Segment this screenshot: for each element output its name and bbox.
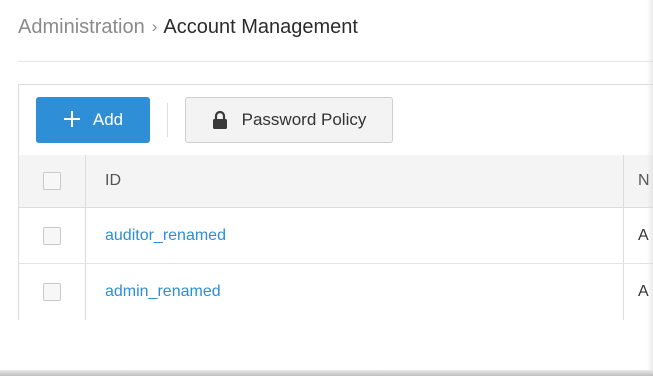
window-edge-shadow-bottom: [0, 370, 653, 376]
row-checkbox[interactable]: [43, 226, 61, 245]
add-button[interactable]: Add: [36, 97, 150, 143]
column-header-id[interactable]: ID: [86, 155, 624, 207]
add-button-label: Add: [92, 110, 124, 129]
column-header-id-label: ID: [105, 172, 121, 189]
page-title: Account Management: [163, 15, 358, 38]
window-edge-shadow-right: [647, 0, 653, 376]
header-divider: [18, 61, 653, 62]
password-policy-label: Password Policy: [241, 110, 367, 129]
breadcrumb-separator: ›: [151, 17, 158, 36]
lock-icon: [212, 110, 228, 130]
table-row: admin_renamed A: [19, 264, 653, 320]
plus-icon: [63, 105, 81, 133]
toolbar: Add Password Policy: [19, 85, 653, 156]
row-id-cell: admin_renamed: [86, 264, 624, 320]
select-all-checkbox[interactable]: [43, 172, 61, 190]
table-header: ID N: [19, 155, 653, 208]
password-policy-button[interactable]: Password Policy: [185, 97, 393, 143]
toolbar-divider: [167, 103, 168, 137]
breadcrumb: Administration › Account Management: [18, 14, 358, 40]
row-checkbox-cell: [19, 264, 86, 320]
account-management-page: Administration › Account Management Add: [0, 0, 653, 376]
row-checkbox[interactable]: [43, 283, 61, 301]
table-row: auditor_renamed A: [19, 208, 653, 264]
row-checkbox-cell: [19, 208, 86, 263]
row-id-cell: auditor_renamed: [86, 208, 624, 263]
breadcrumb-administration-link[interactable]: Administration: [18, 16, 145, 39]
account-id-link[interactable]: auditor_renamed: [105, 227, 226, 245]
accounts-panel: Add Password Policy ID N auditor_renamed…: [18, 84, 653, 320]
header-checkbox-cell: [19, 155, 86, 207]
account-id-link[interactable]: admin_renamed: [105, 283, 221, 301]
